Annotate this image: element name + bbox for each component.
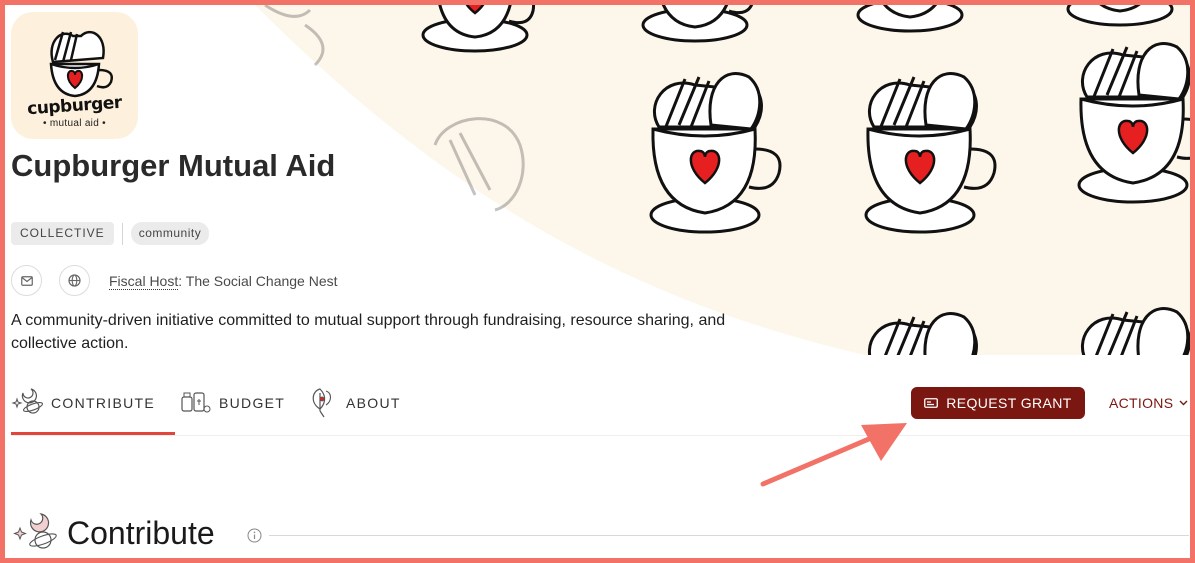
request-grant-label: REQUEST GRANT: [946, 395, 1072, 411]
section-title: Contribute: [67, 515, 215, 551]
tab-contribute[interactable]: CONTRIBUTE: [11, 380, 155, 436]
page-title: Cupburger Mutual Aid: [11, 148, 336, 183]
tab-about-label: ABOUT: [346, 395, 401, 411]
contribute-section-header: Contribute: [11, 508, 1191, 558]
budget-icon: [181, 392, 211, 413]
collective-description: A community-driven initiative committed …: [11, 312, 726, 352]
chevron-down-icon: [1179, 400, 1188, 406]
contribute-icon: [11, 388, 44, 414]
tab-about[interactable]: ABOUT: [306, 380, 401, 436]
website-button[interactable]: [59, 265, 90, 296]
about-icon: [312, 388, 332, 418]
fiscal-host-label[interactable]: Fiscal Host: [109, 272, 179, 290]
contact-email-button[interactable]: [11, 265, 42, 296]
mail-icon: [20, 275, 33, 286]
tag-row: COLLECTIVE community: [11, 222, 210, 245]
actions-dropdown[interactable]: ACTIONS: [1109, 395, 1188, 411]
contact-row: Fiscal Host: The Social Change Nest: [11, 265, 338, 296]
globe-icon: [68, 274, 81, 287]
tag-divider: [121, 222, 123, 245]
id-card-icon: [924, 398, 939, 408]
contribute-section-icon: [13, 513, 57, 549]
section-divider: [269, 535, 1189, 536]
request-grant-button[interactable]: REQUEST GRANT: [911, 387, 1085, 419]
collective-type-badge: COLLECTIVE: [11, 222, 114, 245]
logo-subtitle-text: • mutual aid •: [43, 118, 106, 129]
fiscal-host-value: : The Social Change Nest: [178, 272, 338, 289]
tab-budget[interactable]: BUDGET: [179, 380, 285, 436]
actions-label: ACTIONS: [1109, 395, 1174, 411]
tab-budget-label: BUDGET: [219, 395, 286, 411]
info-icon[interactable]: [247, 528, 262, 543]
tag-community[interactable]: community: [130, 222, 210, 245]
annotation-arrow-icon: [760, 423, 907, 487]
tab-contribute-label: CONTRIBUTE: [51, 395, 155, 411]
collective-logo[interactable]: cupburger • mutual aid •: [11, 12, 138, 139]
nav-divider: [11, 435, 1191, 436]
fiscal-host: Fiscal Host: The Social Change Nest: [109, 272, 338, 290]
